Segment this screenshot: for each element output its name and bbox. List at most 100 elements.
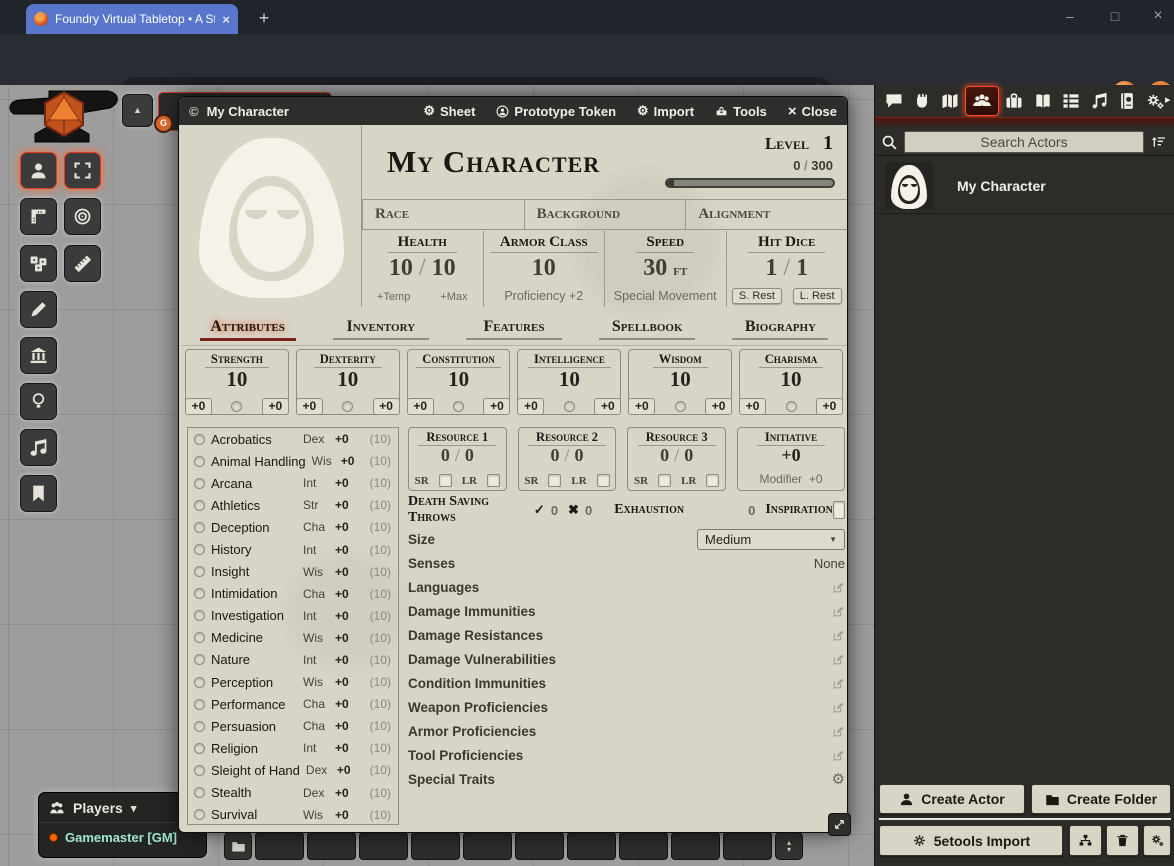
ability-check-mod[interactable]: +0 — [816, 398, 843, 415]
inspiration-checkbox[interactable] — [833, 501, 845, 519]
death-fail-count[interactable]: 0 — [579, 503, 602, 518]
resource-block[interactable]: Resource 2 0/0 SR LR — [518, 427, 617, 491]
tab-combat[interactable] — [909, 88, 935, 114]
skill-proficiency-radio[interactable] — [194, 588, 205, 599]
tab-inventory[interactable]: Inventory — [314, 313, 447, 345]
macro-slot[interactable] — [255, 832, 304, 860]
skill-name[interactable]: Intimidation — [211, 586, 297, 601]
long-rest-button[interactable]: L. Rest — [793, 288, 842, 304]
ability-score[interactable]: 10 — [297, 368, 399, 390]
window-maximize-button[interactable]: □ — [1095, 0, 1135, 34]
edit-icon[interactable] — [832, 749, 845, 762]
skill-proficiency-radio[interactable] — [194, 522, 205, 533]
notes-tool[interactable] — [20, 475, 57, 512]
ability-check-mod[interactable]: +0 — [483, 398, 510, 415]
macro-slot[interactable] — [307, 832, 356, 860]
resource-value[interactable]: 0 — [551, 445, 560, 465]
resource-block[interactable]: Resource 3 0/0 SR LR — [627, 427, 726, 491]
lr-checkbox[interactable] — [487, 474, 500, 487]
ability-block[interactable]: Constitution 10 +0 +0 — [407, 349, 511, 415]
resource-block[interactable]: Resource 1 0/0 SR LR — [408, 427, 507, 491]
sidebar-collapse-icon[interactable]: ▸ — [1165, 93, 1171, 106]
tab-journal[interactable] — [1030, 88, 1056, 114]
skill-name[interactable]: Stealth — [211, 785, 297, 800]
skill-name[interactable]: Deception — [211, 520, 297, 535]
skill-row[interactable]: Sleight of Hand Dex +0 (10) — [188, 759, 398, 781]
window-minimize-button[interactable]: – — [1050, 0, 1090, 34]
resource-label[interactable]: Resource 2 — [528, 430, 606, 446]
death-success-icon[interactable]: ✓ — [534, 502, 545, 518]
resource-max[interactable]: 0 — [575, 445, 584, 465]
edit-icon[interactable] — [832, 725, 845, 738]
skill-proficiency-radio[interactable] — [194, 721, 205, 732]
skill-name[interactable]: Performance — [211, 697, 297, 712]
skill-name[interactable]: Sleight of Hand — [211, 763, 300, 778]
edit-icon[interactable] — [832, 629, 845, 642]
hit-dice-stat[interactable]: Hit Dice 1/1 S. Rest L. Rest — [726, 231, 848, 307]
ruler-tool[interactable] — [64, 245, 101, 282]
tab-items[interactable] — [1001, 88, 1027, 114]
ability-proficiency-radio[interactable] — [786, 401, 797, 412]
skill-row[interactable]: Perception Wis +0 (10) — [188, 671, 398, 693]
ability-proficiency-radio[interactable] — [675, 401, 686, 412]
resource-value[interactable]: 0 — [660, 445, 669, 465]
skill-row[interactable]: Medicine Wis +0 (10) — [188, 627, 398, 649]
initiative-block[interactable]: Initiative +0 Modifier +0 — [737, 427, 845, 491]
skill-name[interactable]: Athletics — [211, 498, 297, 513]
drawing-tool[interactable] — [20, 291, 57, 328]
edit-icon[interactable] — [832, 653, 845, 666]
skill-proficiency-radio[interactable] — [194, 500, 205, 511]
window-close-button[interactable]: × — [1138, 0, 1174, 34]
armor-class-stat[interactable]: Armor Class 10 Proficiency +2 — [483, 231, 605, 307]
character-portrait[interactable] — [181, 126, 362, 307]
lighting-tool[interactable] — [20, 383, 57, 420]
skill-proficiency-radio[interactable] — [194, 456, 205, 467]
ability-save-mod[interactable]: +0 — [296, 398, 323, 415]
macro-slot[interactable] — [723, 832, 772, 860]
ability-check-mod[interactable]: +0 — [262, 398, 289, 415]
ability-name[interactable]: Strength — [205, 352, 269, 368]
module-badge[interactable]: G — [154, 114, 173, 133]
ability-name[interactable]: Charisma — [759, 352, 824, 368]
ability-check-mod[interactable]: +0 — [594, 398, 621, 415]
sr-checkbox[interactable] — [548, 474, 561, 487]
edit-icon[interactable] — [832, 605, 845, 618]
create-actor-button[interactable]: Create Actor — [879, 784, 1025, 814]
ability-name[interactable]: Dexterity — [314, 352, 382, 368]
ability-check-mod[interactable]: +0 — [705, 398, 732, 415]
ability-save-mod[interactable]: +0 — [407, 398, 434, 415]
character-name[interactable]: My Character — [387, 144, 600, 180]
edit-icon[interactable] — [832, 677, 845, 690]
sort-folders-icon[interactable] — [1150, 134, 1168, 150]
skill-row[interactable]: Deception Cha +0 (10) — [188, 516, 398, 538]
macro-slot[interactable] — [411, 832, 460, 860]
macro-slot[interactable] — [619, 832, 668, 860]
skill-name[interactable]: Persuasion — [211, 719, 297, 734]
skill-row[interactable]: Religion Int +0 (10) — [188, 737, 398, 759]
ability-score[interactable]: 10 — [408, 368, 510, 390]
exhaustion-value[interactable]: 0 — [742, 503, 765, 518]
macro-slot[interactable] — [515, 832, 564, 860]
ability-score[interactable]: 10 — [186, 368, 288, 390]
skill-row[interactable]: History Int +0 (10) — [188, 538, 398, 560]
browser-tab[interactable]: Foundry Virtual Tabletop • A Stan × — [26, 4, 238, 34]
skill-name[interactable]: History — [211, 542, 297, 557]
skill-proficiency-radio[interactable] — [194, 809, 205, 820]
skill-row[interactable]: Insight Wis +0 (10) — [188, 561, 398, 583]
macro-slot[interactable] — [671, 832, 720, 860]
collapse-nav-button[interactable]: ▲ — [122, 94, 153, 127]
lr-checkbox[interactable] — [706, 474, 719, 487]
macro-slot[interactable] — [463, 832, 512, 860]
detail-field[interactable]: Background — [524, 200, 686, 229]
ability-name[interactable]: Intelligence — [528, 352, 611, 368]
ability-score[interactable]: 10 — [740, 368, 842, 390]
tab-attributes[interactable]: Attributes — [181, 313, 314, 345]
tab-spellbook[interactable]: Spellbook — [581, 313, 714, 345]
delete-button[interactable] — [1106, 825, 1139, 856]
skill-proficiency-radio[interactable] — [194, 654, 205, 665]
actor-list-item[interactable]: My Character — [875, 158, 1174, 214]
walls-tool[interactable] — [20, 337, 57, 374]
ability-proficiency-radio[interactable] — [453, 401, 464, 412]
ability-proficiency-radio[interactable] — [342, 401, 353, 412]
skill-proficiency-radio[interactable] — [194, 566, 205, 577]
